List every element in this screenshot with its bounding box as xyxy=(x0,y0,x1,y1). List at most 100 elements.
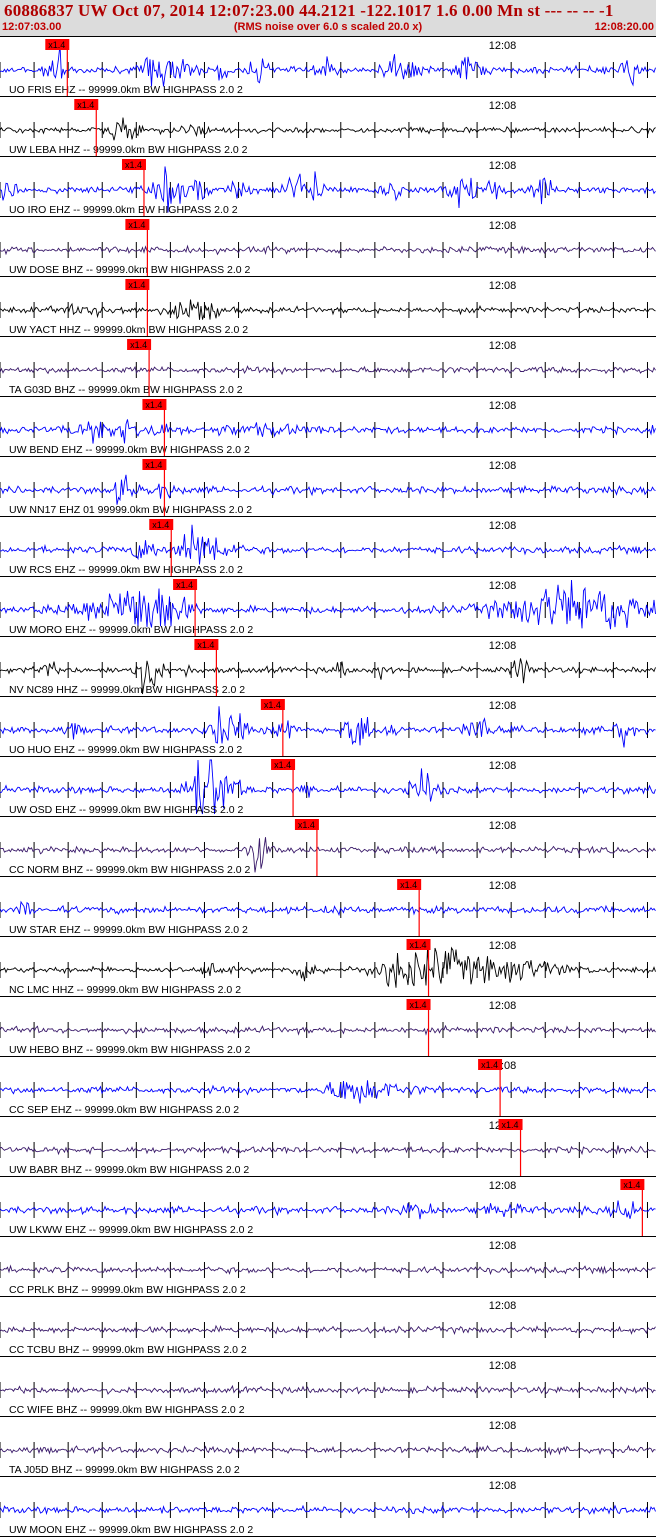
waveform xyxy=(0,1264,656,1276)
station-label: CC SEP EHZ -- 99999.0km BW HIGHPASS 2.0 … xyxy=(9,1104,239,1116)
trace-row: 12:08CC SEP EHZ -- 99999.0km BW HIGHPASS… xyxy=(0,1056,656,1116)
trace-row: 12:08UW BABR BHZ -- 99999.0km BW HIGHPAS… xyxy=(0,1116,656,1176)
time-tick-label: 12:08 xyxy=(489,100,517,112)
time-tick-label: 12:08 xyxy=(489,220,517,232)
trace-row: 12:08 TA J05D BHZ -- 99999.0km BW HIGHPAS… xyxy=(0,1416,656,1476)
station-label: UO HUO EHZ -- 99999.0km BW HIGHPASS 2.0 … xyxy=(9,744,242,756)
time-tick-label: 12:08 xyxy=(489,940,517,952)
trace-row: 12:08 UW MOON EHZ -- 99999.0km BW HIGHPAS… xyxy=(0,1476,656,1536)
station-label: UW OSD EHZ -- 99999.0km BW HIGHPASS 2.0 … xyxy=(9,804,244,816)
time-tick-label: 12:08 xyxy=(489,880,517,892)
pick-label: x1.4 xyxy=(400,880,417,890)
waveform xyxy=(0,44,656,87)
station-label: UW YACT HHZ -- 99999.0km BW HIGHPASS 2.0… xyxy=(9,324,248,336)
trace-row: 12:08 NV NC89 HHZ -- 99999.0km BW HIGHPAS… xyxy=(0,636,656,696)
waveform xyxy=(0,524,656,565)
time-tick-label: 12:08 xyxy=(489,760,517,772)
trace-row: 12:08 CC PRLK BHZ -- 99999.0km BW HIGHPAS… xyxy=(0,1236,656,1296)
station-label: UW RCS EHZ -- 99999.0km BW HIGHPASS 2.0 … xyxy=(9,564,243,576)
noise-note: (RMS noise over 6.0 s scaled 20.0 x) xyxy=(233,21,423,33)
trace-row: 12:08 UW MORO EHZ -- 99999.0km BW HIGHPAS… xyxy=(0,576,656,636)
waveform xyxy=(0,1504,656,1516)
station-label: UW MORO EHZ -- 99999.0km BW HIGHPASS 2.0… xyxy=(9,624,253,636)
station-label: UW MOON EHZ -- 99999.0km BW HIGHPASS 2.0… xyxy=(9,1524,253,1536)
waveform xyxy=(0,1080,656,1104)
station-label: UW BEND EHZ -- 99999.0km BW HIGHPASS 2.0… xyxy=(9,444,250,456)
trace-row: 12:08 UW STAR EHZ -- 99999.0km BW HIGHPAS… xyxy=(0,876,656,936)
time-tick-label: 12:08 xyxy=(489,1420,517,1432)
time-tick-label: 12:08 xyxy=(489,1480,517,1492)
time-tick-label: 12:08 xyxy=(489,700,517,712)
waveform xyxy=(0,419,656,444)
time-tick-label: 12:08 xyxy=(489,460,517,472)
trace-row: 12:08 UO HUO EHZ -- 99999.0km BW HIGHPASS… xyxy=(0,696,656,756)
time-tick-label: 12:08 xyxy=(489,400,517,412)
pick-label: x1.4 xyxy=(145,400,162,410)
trace-row: 12:08 TA G03D BHZ -- 99999.0km BW HIGHPAS… xyxy=(0,336,656,396)
trace-row: 12:08 UW YACT HHZ -- 99999.0km BW HIGHPAS… xyxy=(0,276,656,336)
station-label: CC PRLK BHZ -- 99999.0km BW HIGHPASS 2.0… xyxy=(9,1284,246,1296)
waveform xyxy=(0,117,656,141)
waveform xyxy=(0,1200,656,1220)
waveform xyxy=(0,1024,656,1036)
waveform xyxy=(0,244,656,256)
time-tick-label: 12:08 xyxy=(489,40,517,52)
event-title: 60886837 UW Oct 07, 2014 12:07:23.00 44.… xyxy=(4,1,614,20)
trace-row: 12:08 UW LEBA HHZ -- 99999.0km BW HIGHPAS… xyxy=(0,96,656,156)
station-label: UO IRO EHZ -- 99999.0km BW HIGHPASS 2.0 … xyxy=(9,204,238,216)
pick-label: x1.4 xyxy=(298,820,315,830)
waveform xyxy=(0,474,656,505)
time-tick-label: 12:08 xyxy=(489,1240,517,1252)
station-label: NC LMC HHZ -- 99999.0km BW HIGHPASS 2.0 … xyxy=(9,984,241,996)
trace-row: 12:08 UW LKWW EHZ -- 99999.0km BW HIGHPAS… xyxy=(0,1176,656,1236)
station-label: UW LKWW EHZ -- 99999.0km BW HIGHPASS 2.0… xyxy=(9,1224,253,1236)
station-label: TA J05D BHZ -- 99999.0km BW HIGHPASS 2.0… xyxy=(9,1464,240,1476)
seismogram-plot: 12:08 UO FRIS EHZ -- 99999.0km BW HIGHPAS… xyxy=(0,36,656,1537)
station-label: UO FRIS EHZ -- 99999.0km BW HIGHPASS 2.0… xyxy=(9,84,243,96)
pick-label: x1.4 xyxy=(410,940,427,950)
station-label: UW BABR BHZ -- 99999.0km BW HIGHPASS 2.0… xyxy=(9,1164,249,1176)
trace-row: 12:08 UW BEND EHZ -- 99999.0km BW HIGHPAS… xyxy=(0,396,656,456)
pick-label: x1.4 xyxy=(264,700,281,710)
waveform xyxy=(0,579,656,630)
time-tick-label: 12:08 xyxy=(489,580,517,592)
station-label: TA G03D BHZ -- 99999.0km BW HIGHPASS 2.0… xyxy=(9,384,243,396)
station-label: CC NORM BHZ -- 99999.0km BW HIGHPASS 2.0… xyxy=(9,864,251,876)
time-tick-label: 12:08 xyxy=(489,520,517,532)
waveform xyxy=(0,1384,656,1395)
pick-label: x1.4 xyxy=(48,40,65,50)
pick-label: x1.4 xyxy=(77,100,94,110)
waveform xyxy=(0,1444,656,1456)
station-label: NV NC89 HHZ -- 99999.0km BW HIGHPASS 2.0… xyxy=(9,684,245,696)
pick-label: x1.4 xyxy=(502,1120,519,1130)
trace-row: 12:08 NC LMC HHZ -- 99999.0km BW HIGHPASS… xyxy=(0,936,656,996)
pick-label: x1.4 xyxy=(152,520,169,530)
waveform xyxy=(0,299,656,320)
time-tick-label: 12:08 xyxy=(489,640,517,652)
station-label: UW LEBA HHZ -- 99999.0km BW HIGHPASS 2.0… xyxy=(9,144,248,156)
time-tick-label: 12:08 xyxy=(489,160,517,172)
station-label: CC WIFE BHZ -- 99999.0km BW HIGHPASS 2.0… xyxy=(9,1404,245,1416)
trace-row: 12:08 UW RCS EHZ -- 99999.0km BW HIGHPASS… xyxy=(0,516,656,576)
trace-row: 12:08 UW NN17 EHZ 01 99999.0km BW HIGHPAS… xyxy=(0,456,656,516)
waveform xyxy=(0,365,656,376)
waveform xyxy=(0,1145,656,1156)
pick-label: x1.4 xyxy=(125,160,142,170)
trace-row: 12:08 CC TCBU BHZ -- 99999.0km BW HIGHPAS… xyxy=(0,1296,656,1356)
header-bar: 60886837 UW Oct 07, 2014 12:07:23.00 44.… xyxy=(0,0,656,36)
time-tick-label: 12:08 xyxy=(489,1300,517,1312)
trace-row: 12:08 UW OSD EHZ -- 99999.0km BW HIGHPASS… xyxy=(0,756,656,816)
pick-label: x1.4 xyxy=(410,1000,427,1010)
pick-label: x1.4 xyxy=(130,340,147,350)
end-time-label: 12:08:20.00 xyxy=(594,21,654,33)
trace-row: 12:08 CC WIFE BHZ -- 99999.0km BW HIGHPAS… xyxy=(0,1356,656,1416)
trace-row: 12:08 UW HEBO BHZ -- 99999.0km BW HIGHPAS… xyxy=(0,996,656,1056)
time-tick-label: 12:08 xyxy=(489,820,517,832)
pick-label: x1.4 xyxy=(197,640,214,650)
station-label: CC TCBU BHZ -- 99999.0km BW HIGHPASS 2.0… xyxy=(9,1344,247,1356)
waveform xyxy=(0,1324,656,1335)
waveform xyxy=(0,900,656,917)
time-tick-label: 12:08 xyxy=(489,1180,517,1192)
time-tick-label: 12:08 xyxy=(489,340,517,352)
station-label: UW STAR EHZ -- 99999.0km BW HIGHPASS 2.0… xyxy=(9,924,248,936)
